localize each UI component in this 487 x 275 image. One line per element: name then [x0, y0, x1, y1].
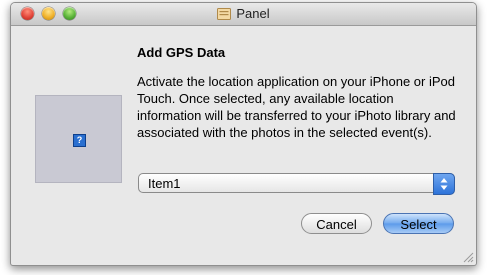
window-title-container: Panel — [11, 6, 476, 21]
dialog-heading: Add GPS Data — [137, 45, 226, 60]
document-icon — [217, 8, 232, 20]
item-popup[interactable]: Item1 — [138, 173, 455, 195]
dialog-content: ? Add GPS Data Activate the location app… — [11, 26, 476, 265]
dialog-message: Activate the location application on you… — [137, 74, 456, 140]
cancel-button[interactable]: Cancel — [301, 213, 372, 234]
popup-arrows[interactable] — [433, 173, 455, 195]
select-button[interactable]: Select — [383, 213, 454, 234]
popup-selected-value: Item1 — [148, 176, 181, 191]
up-down-arrows-icon — [440, 178, 448, 190]
image-placeholder: ? — [35, 95, 122, 183]
title-bar[interactable]: Panel — [11, 3, 476, 26]
panel-window: Panel ? Add GPS Data Activate the locati… — [10, 2, 477, 266]
window-title: Panel — [236, 6, 270, 21]
question-mark-icon: ? — [73, 134, 86, 147]
resize-grip-icon[interactable] — [463, 252, 474, 263]
